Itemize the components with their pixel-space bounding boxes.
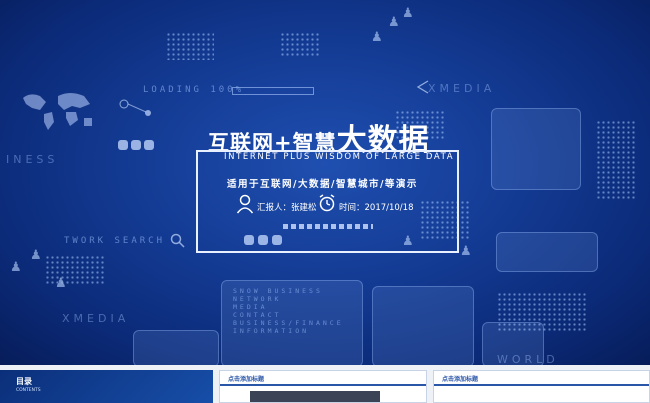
person-icon: ♟	[388, 15, 400, 30]
thumb-image	[250, 391, 380, 402]
bg-xmedia-bottom: XMEDIA	[62, 312, 130, 325]
bg-dot-grid-right	[596, 120, 636, 200]
bg-xmedia-top: XMEDIA	[428, 82, 496, 95]
world-map-icon	[23, 93, 92, 130]
title-english: INTERNET PLUS WISDOM OF LARGE DATA	[224, 152, 455, 162]
time-label: 时间：2017/10/18	[339, 203, 414, 213]
thumb-label: 点击添加标题	[228, 376, 265, 383]
tile-icon	[144, 140, 154, 150]
tile-icon	[272, 235, 282, 245]
panel-line: INFORMATION	[233, 327, 310, 335]
magnifier-icon	[170, 233, 185, 248]
panel-line: CONTACT	[233, 311, 282, 319]
tile-icon	[118, 140, 128, 150]
reporter-label: 汇报人：张建松	[257, 203, 317, 213]
bg-dot-grid-top	[166, 32, 214, 60]
subtitle: 适用于互联网/大数据/智慧城市/等演示	[227, 179, 418, 190]
bg-panel-bottom-left	[133, 330, 219, 365]
bg-panel-text-block: SNOW BUSINESS NETWORK MEDIA CONTACT BUSI…	[233, 287, 344, 335]
thumbnail-slide-2[interactable]: 点击添加标题	[219, 370, 427, 403]
thumb-label: 点击添加标题	[442, 376, 479, 383]
person-icon: ♟	[460, 244, 472, 259]
tile-icon	[258, 235, 268, 245]
pointer-arrow-icon	[416, 80, 429, 94]
bg-panel-upper-right	[491, 108, 581, 190]
person-icon: ♟	[10, 260, 22, 275]
bg-dot-grid-bottomright	[497, 292, 587, 332]
person-icon: ♟	[55, 276, 67, 291]
decorative-dot-bar	[283, 224, 373, 229]
bg-world-text: WORLD	[497, 353, 559, 365]
tile-icon	[131, 140, 141, 150]
alarm-clock-icon	[319, 194, 335, 212]
thumbnail-slide-1[interactable]: 目录 CONTENTS	[0, 370, 213, 403]
user-icon	[236, 194, 254, 214]
bg-loading-bar	[232, 87, 314, 95]
panel-line: NETWORK	[233, 295, 282, 303]
slide-canvas: LOADING 100% XMEDIA INESS TWORK SEARCH X…	[0, 0, 650, 365]
bg-dot-grid-top2	[280, 32, 320, 58]
bg-network-search-text: TWORK SEARCH	[64, 236, 166, 246]
panel-line: SNOW BUSINESS	[233, 287, 323, 295]
person-icon: ♟	[30, 248, 42, 263]
tile-icon	[244, 235, 254, 245]
bg-panel-right	[496, 232, 598, 272]
thumb-sublabel: CONTENTS	[16, 388, 41, 393]
bg-business-text: INESS	[6, 153, 59, 166]
thumb-divider	[220, 384, 426, 386]
thumb-divider	[434, 384, 649, 386]
thumb-label: 目录	[16, 377, 32, 386]
bg-dot-grid-left	[45, 255, 105, 285]
panel-line: BUSINESS/FINANCE	[233, 319, 344, 327]
thumbnail-slide-3[interactable]: 点击添加标题	[433, 370, 650, 403]
panel-line: MEDIA	[233, 303, 268, 311]
network-nodes-icon	[119, 99, 151, 116]
thumbnail-strip: 目录 CONTENTS 点击添加标题 点击添加标题	[0, 365, 650, 403]
bg-loading-text: LOADING 100%	[143, 85, 245, 95]
bg-panel-bottom-mid	[372, 286, 474, 365]
person-icon: ♟	[402, 6, 414, 21]
person-icon: ♟	[371, 30, 383, 45]
